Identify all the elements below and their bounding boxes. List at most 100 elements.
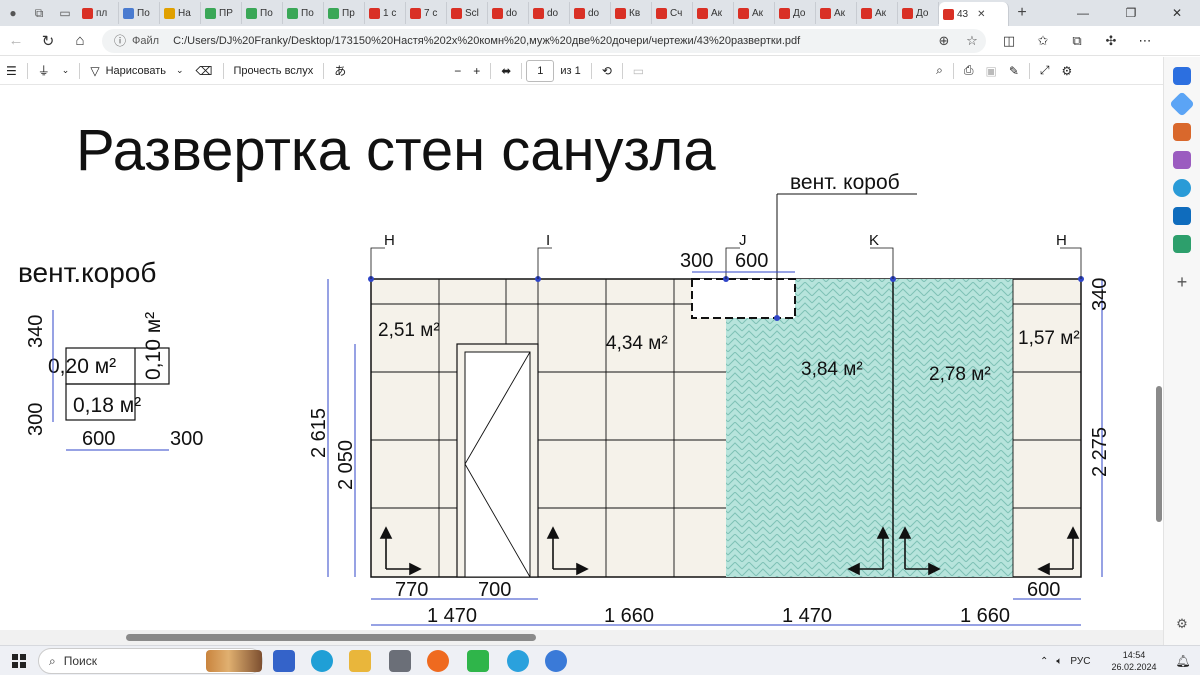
browser-tab[interactable]: На <box>160 2 201 24</box>
read-aloud-button[interactable]: Прочесть вслух <box>228 57 320 85</box>
browser-tab[interactable]: 1 с <box>365 2 406 24</box>
browser-tab[interactable]: По <box>119 2 160 24</box>
drop-icon[interactable] <box>1173 235 1191 253</box>
browser-tab[interactable]: Scl <box>447 2 488 24</box>
axis-label-i: I <box>546 232 550 249</box>
favorite-star-icon[interactable]: ☆ <box>958 33 986 49</box>
notification-bell-icon[interactable]: 🔔︎ <box>1172 646 1194 676</box>
start-button[interactable] <box>6 646 32 676</box>
microsoft365-icon[interactable] <box>1173 179 1191 197</box>
tab-favicon-icon <box>861 7 872 19</box>
speaker-icon[interactable]: 🔈︎ <box>1056 656 1062 667</box>
divider <box>79 62 81 79</box>
chevron-down-icon[interactable]: ⌄ <box>56 57 76 85</box>
browser-tab[interactable]: Ак <box>816 2 857 24</box>
filter-icon[interactable]: ⏚ <box>32 57 56 85</box>
tab-favicon-icon <box>943 8 954 20</box>
taskbar-app-save[interactable] <box>271 646 297 676</box>
taskbar-app-calculator[interactable] <box>387 646 413 676</box>
tab-favicon-icon <box>656 7 667 19</box>
save-icon[interactable]: ▣ <box>979 57 1002 85</box>
profile-icon[interactable]: ● <box>0 0 26 26</box>
browser-tab[interactable]: До <box>898 2 939 24</box>
search-highlight-image[interactable] <box>205 646 263 676</box>
tab-favicon-icon <box>410 7 421 19</box>
draw-button[interactable]: ▽ Нарисовать ⌄ <box>84 57 189 85</box>
url-field[interactable]: ⓘ Файл C:/Users/DJ%20Franky/Desktop/1731… <box>102 28 986 53</box>
zoom-out-button[interactable]: − <box>448 57 467 85</box>
browser-tab[interactable]: По <box>242 2 283 24</box>
tray-language[interactable]: РУС <box>1070 656 1090 667</box>
outlook-icon[interactable] <box>1173 207 1191 225</box>
clock[interactable]: 14:54 26.02.2024 <box>1105 649 1163 673</box>
browser-tab[interactable]: Ак <box>857 2 898 24</box>
translate-icon[interactable]: あ <box>328 57 352 85</box>
taskbar-app-phone[interactable] <box>465 646 491 676</box>
browser-tab[interactable]: До <box>775 2 816 24</box>
zoom-in-button[interactable]: + <box>467 57 486 85</box>
tray-overflow-icon[interactable]: ⌃ <box>1040 656 1048 667</box>
browser-tab[interactable]: Ак <box>734 2 775 24</box>
zoom-icon[interactable]: ⊕ <box>930 33 958 49</box>
browser-tab[interactable]: Сч <box>652 2 693 24</box>
browser-tab[interactable]: do <box>570 2 611 24</box>
refresh-button[interactable]: ↻ <box>32 26 64 56</box>
browser-tab[interactable]: Кв <box>611 2 652 24</box>
browser-tab[interactable]: Пр <box>324 2 365 24</box>
taskbar-app-firefox[interactable] <box>425 646 451 676</box>
contents-icon[interactable]: ☰ <box>0 57 23 85</box>
settings-icon[interactable]: ⚙ <box>1055 57 1078 85</box>
minimize-button[interactable]: — <box>1060 0 1106 26</box>
search-icon[interactable]: ⌕ <box>930 57 949 85</box>
horizontal-scrollbar-thumb[interactable] <box>126 634 536 641</box>
horizontal-scrollbar[interactable] <box>0 630 1163 645</box>
back-button[interactable]: ← <box>0 26 32 56</box>
fit-page-icon[interactable]: ⬌ <box>495 57 517 85</box>
pdf-page: Развертка стен санузла вент.короб 0,20 м… <box>0 86 1163 630</box>
taskbar-app-explorer[interactable] <box>347 646 373 676</box>
workspaces-icon[interactable]: ⧉ <box>26 0 52 26</box>
sidebar-settings-icon[interactable]: ⚙ <box>1173 615 1191 633</box>
page-view-icon[interactable]: ▭ <box>627 57 650 85</box>
browser-tab[interactable]: ПР <box>201 2 242 24</box>
page-number-input[interactable]: 1 <box>526 59 555 82</box>
info-icon[interactable]: ⓘ <box>114 32 126 49</box>
active-browser-tab[interactable]: 43 ✕ <box>939 2 1009 26</box>
add-sidebar-app-icon[interactable]: + <box>1173 273 1191 291</box>
browser-tab[interactable]: 7 с <box>406 2 447 24</box>
home-button[interactable]: ⌂ <box>64 26 96 56</box>
search-icon[interactable] <box>1173 67 1191 85</box>
shopping-tag-icon[interactable] <box>1169 91 1195 117</box>
close-window-button[interactable]: ✕ <box>1154 0 1200 26</box>
save-as-icon[interactable]: ✎ <box>1003 57 1025 85</box>
print-icon[interactable]: ⎙ <box>958 57 980 85</box>
rotate-icon[interactable]: ⟲ <box>596 57 618 85</box>
wall-elevation: вент. короб H I J K H 2,51 м² 4,34 м² 3,… <box>368 171 1084 578</box>
browser-tab[interactable]: Ак <box>693 2 734 24</box>
extensions-icon[interactable]: ✣ <box>1094 26 1128 56</box>
taskbar-app-browser[interactable] <box>543 646 569 676</box>
tools-icon[interactable] <box>1173 123 1191 141</box>
eraser-icon[interactable]: ⌫ <box>190 57 219 85</box>
search-icon: ⌕ <box>49 653 56 668</box>
taskbar-app-edge[interactable] <box>309 646 335 676</box>
browser-tab[interactable]: do <box>529 2 570 24</box>
favorites-icon[interactable]: ✩ <box>1026 26 1060 56</box>
close-tab-icon[interactable]: ✕ <box>977 9 985 20</box>
herringbone-tile-zone <box>726 279 1013 577</box>
taskbar-app-telegram[interactable] <box>505 646 531 676</box>
maximize-button[interactable]: ❐ <box>1108 0 1154 26</box>
url-text[interactable]: C:/Users/DJ%20Franky/Desktop/173150%20На… <box>173 35 930 47</box>
collections-icon[interactable]: ⧉ <box>1060 26 1094 56</box>
tab-actions-icon[interactable]: ▭ <box>52 0 78 26</box>
browser-tab[interactable]: По <box>283 2 324 24</box>
fullscreen-icon[interactable]: ⤢ <box>1034 57 1056 85</box>
more-menu-icon[interactable]: ⋯ <box>1128 26 1162 56</box>
tab-label: пл <box>96 7 108 19</box>
games-icon[interactable] <box>1173 151 1191 169</box>
vertical-scrollbar-thumb[interactable] <box>1156 386 1162 522</box>
new-tab-button[interactable]: + <box>1009 4 1035 22</box>
browser-tab[interactable]: do <box>488 2 529 24</box>
split-screen-icon[interactable]: ◫ <box>992 26 1026 56</box>
browser-tab[interactable]: пл <box>78 2 119 24</box>
